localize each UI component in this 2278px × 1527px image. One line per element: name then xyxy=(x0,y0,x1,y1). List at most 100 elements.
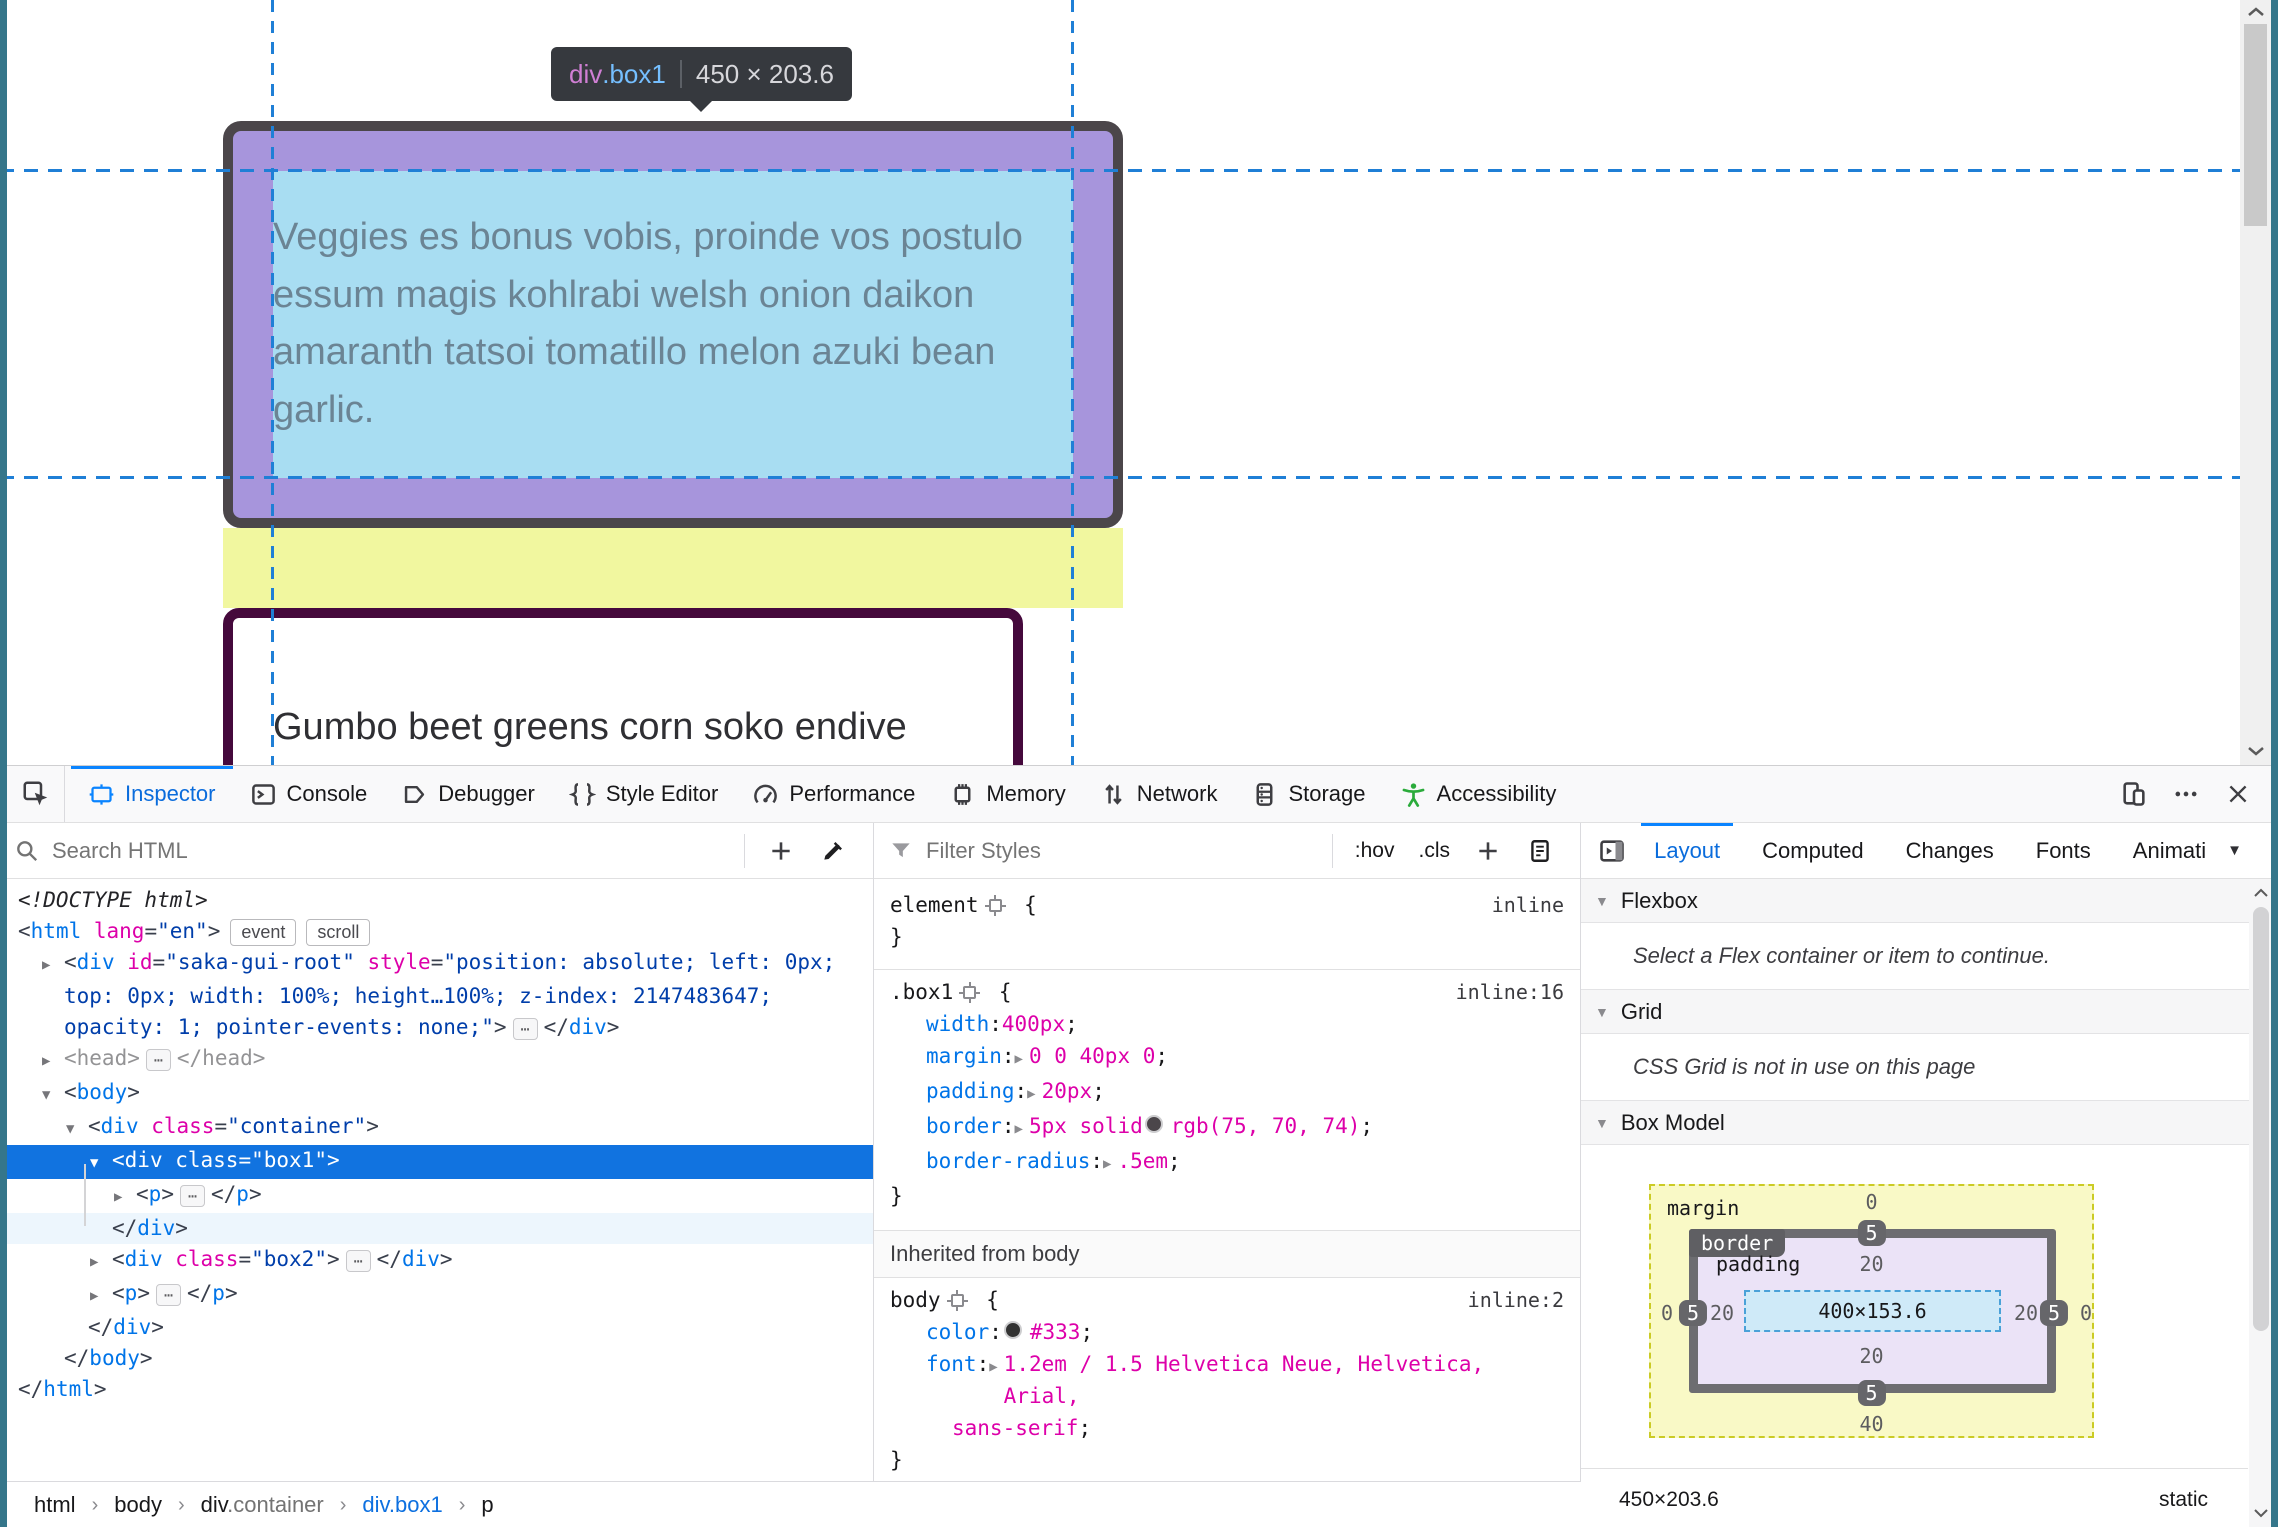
rule-selector[interactable]: element { xyxy=(890,889,1037,921)
declaration-width[interactable]: width: 400px; xyxy=(874,1008,1580,1040)
token-attr: class xyxy=(138,1114,215,1138)
rule-source-link[interactable]: inline xyxy=(1492,889,1564,921)
padding-left-value[interactable]: 20 xyxy=(1710,1301,1734,1325)
inherited-from-body-header: Inherited from body xyxy=(874,1230,1580,1278)
sidebar-tab-animations[interactable]: Animati xyxy=(2112,823,2227,878)
rule-close-brace: } xyxy=(890,1184,903,1208)
rule-selector[interactable]: .box1 { xyxy=(890,976,1012,1008)
page-scrollbar-thumb[interactable] xyxy=(2244,24,2267,226)
rule-source-link[interactable]: inline:16 xyxy=(1456,976,1564,1008)
node-picker-button[interactable] xyxy=(7,766,65,822)
all-tabs-menu[interactable]: ▼ xyxy=(2227,842,2268,859)
breadcrumb-item-container[interactable]: div.container xyxy=(201,1492,324,1518)
page-scrollbar[interactable] xyxy=(2240,0,2271,765)
markup-row-head[interactable]: ▶ <head> ⋯ </head> xyxy=(0,1043,873,1077)
margin-left-value[interactable]: 0 xyxy=(1661,1301,1673,1325)
add-node-button[interactable] xyxy=(755,823,807,878)
responsive-design-mode-button[interactable] xyxy=(2108,766,2160,822)
tab-style-editor[interactable]: Style Editor xyxy=(552,766,736,822)
token-tag: html xyxy=(43,1377,94,1401)
boxmodel-section-header[interactable]: ▼ Box Model xyxy=(1581,1101,2278,1145)
close-devtools-button[interactable] xyxy=(2212,766,2264,822)
markup-row-body[interactable]: ▼ <body> xyxy=(0,1077,873,1111)
declaration-padding[interactable]: padding: ▶ 20px; xyxy=(874,1075,1580,1110)
scroll-down-icon[interactable] xyxy=(2240,739,2271,763)
breadcrumb-item-box1[interactable]: div.box1 xyxy=(362,1492,442,1518)
sidebar-tab-layout[interactable]: Layout xyxy=(1633,823,1741,878)
markup-row-box1-close[interactable]: </div> xyxy=(0,1213,873,1244)
markup-row-html[interactable]: <html lang="en"> event scroll xyxy=(0,916,873,947)
tab-label: Animati xyxy=(2132,837,2207,863)
border-left-value[interactable]: 5 xyxy=(1678,1300,1708,1326)
tab-label: Computed xyxy=(1762,837,1864,863)
sidebar-tab-computed[interactable]: Computed xyxy=(1741,823,1885,878)
markup-row-box1-selected[interactable]: ▼ <div class="box1"> xyxy=(0,1145,873,1179)
markup-row-saka-gui-root[interactable]: ▶ <div id="saka-gui-root" style="position… xyxy=(0,947,860,1043)
token-rbrk: { xyxy=(986,980,1012,1004)
markup-row-container[interactable]: ▼ <div class="container"> xyxy=(0,1111,873,1145)
token-brk: > xyxy=(175,1216,188,1240)
tab-console[interactable]: Console xyxy=(233,766,385,822)
breadcrumb-item-html[interactable]: html xyxy=(34,1492,76,1518)
declaration-font[interactable]: font: ▶ 1.2em / 1.5 Helvetica Neue, Helve… xyxy=(874,1348,1580,1412)
print-simulation-button[interactable] xyxy=(1514,823,1566,878)
padding-bottom-value[interactable]: 20 xyxy=(1859,1344,1883,1368)
markup-row-html-close[interactable]: </html> xyxy=(0,1374,873,1405)
markup-row-body-close[interactable]: </body> xyxy=(0,1343,873,1374)
margin-right-value[interactable]: 0 xyxy=(2080,1301,2092,1325)
add-rule-button[interactable] xyxy=(1462,823,1514,878)
declaration-font-wrap[interactable]: sans-serif; xyxy=(874,1412,1580,1444)
expand-pane-button[interactable] xyxy=(1591,823,1633,878)
layout-sidebar: Layout Computed Changes Fonts Animati ▼ … xyxy=(1580,823,2278,1527)
declaration-border[interactable]: border: ▶ 5px solid rgb(75, 70, 74); xyxy=(874,1110,1580,1145)
search-input[interactable]: Search HTML xyxy=(52,838,188,864)
tab-network[interactable]: Network xyxy=(1083,766,1235,822)
grid-section-header[interactable]: ▼ Grid xyxy=(1581,990,2278,1034)
pseudo-class-toggle[interactable]: :hov xyxy=(1343,839,1407,863)
markup-row-box2[interactable]: ▶ <div class="box2"> ⋯ </div> xyxy=(0,1244,873,1278)
breadcrumb-item-p[interactable]: p xyxy=(481,1492,493,1518)
token-tag: div xyxy=(137,1216,176,1240)
token-gray: <head> xyxy=(64,1046,140,1070)
flexbox-section-header[interactable]: ▼ Flexbox xyxy=(1581,879,2278,923)
sidebar-scrollbar-thumb[interactable] xyxy=(2253,907,2269,1331)
box2-paragraph: Gumbo beet greens corn soko endive xyxy=(273,706,907,748)
stylesheet-icon xyxy=(1531,839,1549,862)
tab-performance[interactable]: Performance xyxy=(735,766,932,822)
tab-debugger[interactable]: Debugger xyxy=(384,766,552,822)
filter-styles-input[interactable]: Filter Styles xyxy=(926,838,1041,864)
markup-row-container-close[interactable]: </div> xyxy=(0,1312,873,1343)
tab-memory[interactable]: Memory xyxy=(932,766,1082,822)
declaration-border-radius[interactable]: border-radius: ▶ .5em; xyxy=(874,1145,1580,1180)
breadcrumb-item-body[interactable]: body xyxy=(114,1492,162,1518)
markup-row-doctype[interactable]: <!DOCTYPE html> xyxy=(0,885,873,916)
box-model-content[interactable]: 400×153.6 xyxy=(1744,1290,2001,1332)
markup-row-p2[interactable]: ▶ <p> ⋯ </p> xyxy=(0,1278,873,1312)
devtools-menu-button[interactable] xyxy=(2160,766,2212,822)
tab-accessibility[interactable]: Accessibility xyxy=(1383,766,1574,822)
padding-right-value[interactable]: 20 xyxy=(2014,1301,2038,1325)
sidebar-tab-changes[interactable]: Changes xyxy=(1885,823,2015,878)
margin-top-value[interactable]: 0 xyxy=(1865,1190,1877,1214)
tab-inspector[interactable]: Inspector xyxy=(71,766,233,822)
scroll-up-icon[interactable] xyxy=(2249,881,2273,905)
scroll-up-icon[interactable] xyxy=(2240,0,2271,24)
sidebar-tab-fonts[interactable]: Fonts xyxy=(2015,823,2112,878)
eyedropper-button[interactable] xyxy=(807,823,859,878)
token-rprop: width xyxy=(926,1012,990,1036)
border-top-value[interactable]: 5 xyxy=(1857,1220,1886,1246)
tab-storage[interactable]: Storage xyxy=(1234,766,1382,822)
rule-selector[interactable]: body { xyxy=(890,1284,999,1316)
token-rbrk: ; xyxy=(1080,1320,1094,1344)
scroll-down-icon[interactable] xyxy=(2249,1501,2273,1525)
class-toggle[interactable]: .cls xyxy=(1407,839,1463,863)
sidebar-scrollbar[interactable] xyxy=(2249,879,2273,1527)
rule-source-link[interactable]: inline:2 xyxy=(1468,1284,1564,1316)
padding-top-value[interactable]: 20 xyxy=(1859,1252,1883,1276)
margin-bottom-value[interactable]: 40 xyxy=(1859,1412,1883,1436)
declaration-color[interactable]: color: #333; xyxy=(874,1316,1580,1348)
declaration-margin[interactable]: margin: ▶ 0 0 40px 0; xyxy=(874,1040,1580,1075)
markup-row-p[interactable]: ▶ <p> ⋯ </p> xyxy=(0,1179,873,1213)
border-bottom-value[interactable]: 5 xyxy=(1857,1380,1886,1406)
border-right-value[interactable]: 5 xyxy=(2039,1300,2069,1326)
